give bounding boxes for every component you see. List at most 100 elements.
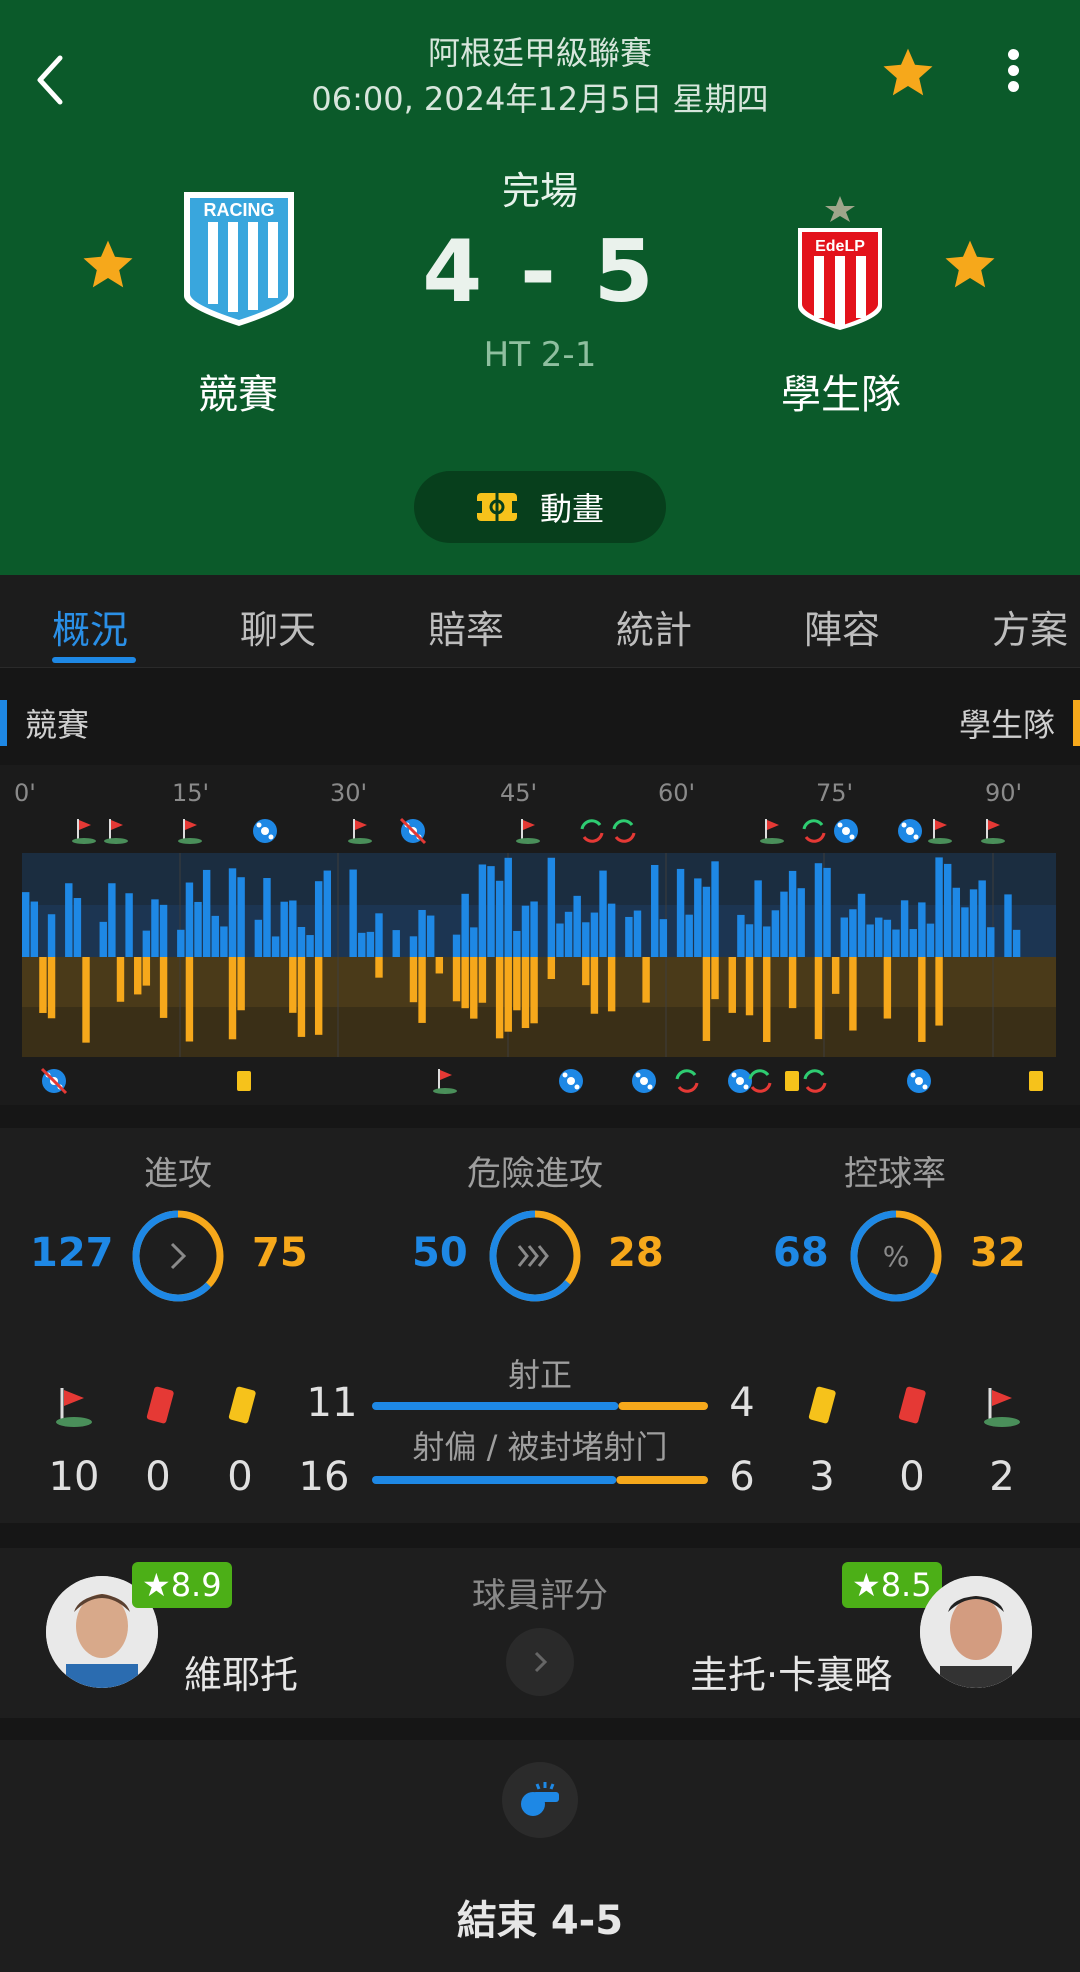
away-momentum-bar <box>547 957 556 980</box>
home-momentum-bar <box>108 883 116 957</box>
home-team-logo[interactable]: RACING <box>180 188 298 334</box>
home-momentum-bar <box>633 910 642 957</box>
home-momentum-bar <box>952 887 961 957</box>
possession-label: 控球率 <box>844 1154 946 1194</box>
substitution-icon <box>675 1069 699 1093</box>
goal-icon <box>632 1069 656 1093</box>
substitution-icon <box>580 819 604 843</box>
tab-tips[interactable]: 方案 <box>992 599 1068 654</box>
home-momentum-bar <box>487 866 495 957</box>
home-momentum-bar <box>185 882 194 957</box>
home-momentum-bar <box>987 927 995 957</box>
away-momentum-bar <box>228 957 237 1040</box>
home-momentum-bar <box>599 870 607 957</box>
home-momentum-bar <box>125 893 133 957</box>
tab-chat[interactable]: 聊天 <box>240 599 316 654</box>
away-team-name[interactable]: 學生隊 <box>691 362 991 420</box>
home-momentum-bar <box>504 857 512 957</box>
home-momentum-bar <box>495 880 504 957</box>
home-momentum-bar <box>530 901 538 957</box>
yellow-cards-home: 0 <box>227 1454 253 1500</box>
away-player-name[interactable]: 圭托·卡裏略 <box>690 1644 892 1699</box>
home-momentum-bar <box>702 886 711 957</box>
away-player-rating: ★8.5 <box>842 1562 942 1608</box>
possession-ring: % <box>850 1210 942 1302</box>
home-momentum-bar <box>375 913 383 957</box>
home-momentum-bar <box>883 919 892 957</box>
home-momentum-bar <box>470 927 478 957</box>
home-momentum-bar <box>763 926 771 957</box>
home-momentum-bar <box>564 911 573 957</box>
home-momentum-bar <box>254 919 263 957</box>
away-momentum-bar <box>142 957 151 986</box>
away-momentum-bar <box>297 957 306 1037</box>
home-momentum-bar <box>392 930 400 957</box>
whistle-icon <box>502 1762 578 1838</box>
momentum-chart[interactable]: 0' 15' 30' 45' 60' 75' 90' <box>0 765 1080 1105</box>
chevron-right-icon <box>534 1651 548 1673</box>
yellow-card-icon <box>1029 1071 1043 1091</box>
away-player-avatar[interactable] <box>920 1576 1032 1688</box>
away-momentum-bar <box>788 957 797 1009</box>
yellow-cards-away: 3 <box>809 1454 835 1500</box>
red-card-icon <box>898 1386 926 1424</box>
star-icon <box>83 240 133 288</box>
away-momentum-bar <box>185 957 194 1042</box>
home-player-name[interactable]: 維耶托 <box>184 1644 298 1699</box>
player-ratings[interactable]: 球員評分 ★8.9 維耶托 圭托·卡裏略 ★8.5 <box>0 1548 1080 1718</box>
home-momentum-bar <box>366 931 375 957</box>
home-momentum-bar <box>547 857 556 957</box>
home-momentum-bar <box>513 930 521 957</box>
more-options-button[interactable] <box>995 44 1031 104</box>
home-momentum-bar <box>857 893 866 957</box>
home-momentum-bar <box>685 914 693 957</box>
tab-lineup[interactable]: 陣容 <box>804 599 880 654</box>
player-ratings-more-button[interactable] <box>506 1628 574 1696</box>
away-momentum-bar <box>159 957 168 1018</box>
tab-bar: 概況 聊天 賠率 統計 陣容 方案 <box>0 575 1080 668</box>
tab-odds[interactable]: 賠率 <box>428 599 504 654</box>
match-timeline: 結束 4-5 <box>0 1740 1080 1972</box>
away-momentum-bar <box>530 957 538 1024</box>
home-momentum-bar <box>409 936 418 957</box>
substitution-icon <box>748 1069 772 1093</box>
home-momentum-bar <box>711 861 719 957</box>
corner-icon <box>104 819 128 844</box>
corner-icon <box>348 819 372 844</box>
away-momentum-bar <box>728 957 736 1013</box>
animation-button[interactable]: 動畫 <box>414 471 666 543</box>
tab-overview[interactable]: 概況 <box>52 599 128 654</box>
away-team-logo[interactable]: EdeLP <box>792 188 888 338</box>
favorite-match-button[interactable] <box>880 44 936 104</box>
home-momentum-bar <box>349 869 357 957</box>
shots-on-target-home: 11 <box>306 1380 358 1426</box>
match-header: 阿根廷甲級聯賽 06:00, 2024年12月5日 星期四 完場 4 - 5 H… <box>0 0 1080 575</box>
away-momentum-bar <box>831 957 840 994</box>
home-momentum-bar <box>900 900 909 957</box>
corner-icon <box>433 1069 457 1094</box>
yellow-card-icon <box>228 1386 256 1424</box>
final-result-text: 結束 4-5 <box>456 1898 624 1944</box>
home-momentum-bar <box>659 919 668 957</box>
home-momentum-bar <box>926 923 935 957</box>
home-momentum-bar <box>961 907 969 957</box>
goal-disallowed-icon <box>399 817 427 845</box>
home-momentum-bar <box>943 863 952 957</box>
away-momentum-bar <box>452 957 461 1002</box>
away-momentum-bar <box>116 957 125 1002</box>
home-momentum-bar <box>263 878 271 957</box>
away-momentum-bar <box>642 957 650 1003</box>
yellow-card-icon <box>237 1071 251 1091</box>
tab-stats[interactable]: 統計 <box>616 599 692 654</box>
away-momentum-bar <box>461 957 469 1009</box>
corner-icon <box>72 819 96 844</box>
home-team-name[interactable]: 競賽 <box>88 362 388 420</box>
home-momentum-bar <box>314 881 323 957</box>
away-momentum-bar <box>711 957 719 1000</box>
home-momentum-bar <box>202 869 211 957</box>
match-score: 4 - 5 <box>422 222 658 322</box>
home-momentum-bar <box>159 904 168 957</box>
favorite-away-team-button[interactable] <box>942 236 998 296</box>
favorite-home-team-button[interactable] <box>80 236 136 296</box>
home-momentum-bar <box>935 857 943 957</box>
